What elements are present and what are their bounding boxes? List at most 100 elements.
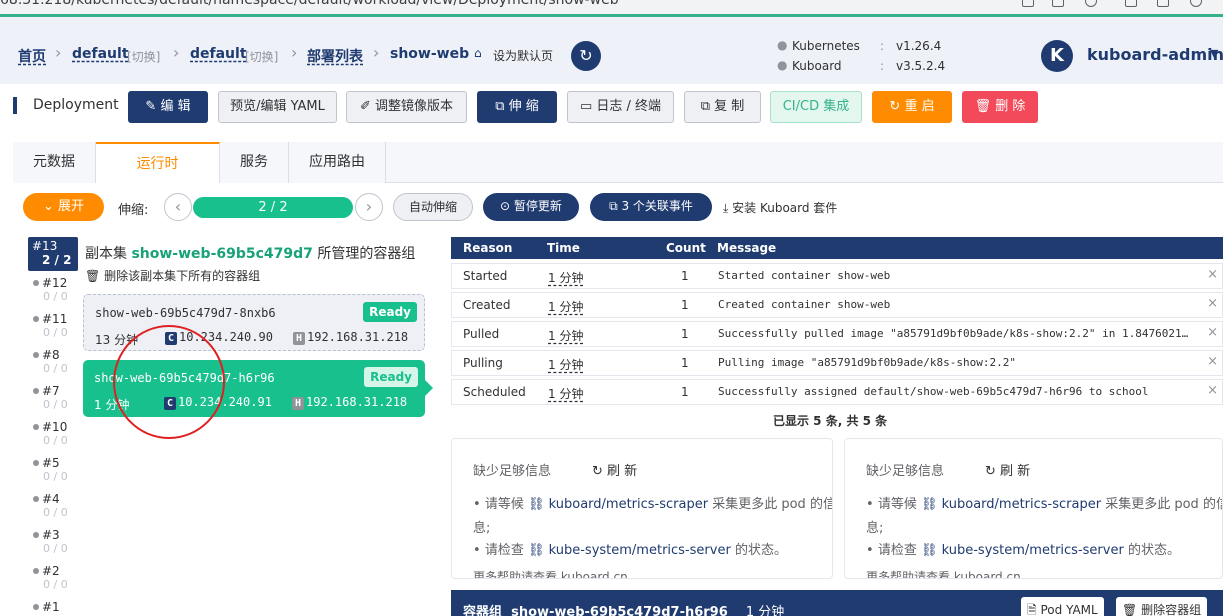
logs-terminal-button[interactable]: ▭ 日志 / 终端	[567, 91, 674, 123]
browser-address-bar[interactable]: 68.31.218/kubernetes/default/namespace/d…	[0, 0, 1223, 14]
metrics-server-link[interactable]: kube-system/metrics-server	[942, 543, 1124, 558]
refresh-icon: ↻	[592, 464, 603, 479]
sidepanel-icon[interactable]	[1157, 0, 1169, 7]
related-events-button[interactable]: ⧉ 3 个关联事件	[590, 193, 712, 221]
host-ip-icon: H	[293, 332, 305, 345]
help-link[interactable]: 更多帮助请查看 kuboard.cn	[473, 568, 628, 578]
preview-yaml-button[interactable]: 预览/编辑 YAML	[218, 91, 337, 123]
revision-item-10[interactable]: #10 0 / 0	[33, 420, 73, 447]
container-group-age: 1 分钟	[745, 605, 785, 616]
star-icon[interactable]	[1085, 0, 1097, 7]
profile-icon[interactable]	[1190, 0, 1202, 7]
close-icon[interactable]: ×	[1207, 383, 1218, 398]
restart-button[interactable]: ↻ 重 启	[872, 91, 952, 123]
delete-pod-label: 删除容器组	[1141, 603, 1202, 616]
breadcrumb-home[interactable]: 首页	[18, 46, 46, 66]
revision-item-4[interactable]: #4 0 / 0	[33, 492, 73, 519]
namespace-switch-link[interactable]: [切换]	[245, 48, 278, 65]
metrics-scraper-link[interactable]: kuboard/metrics-scraper	[942, 497, 1101, 512]
chevron-right-icon: ›	[373, 43, 380, 62]
events-label: 3 个关联事件	[621, 199, 693, 213]
copy-button[interactable]: ⧉ 复 制	[684, 91, 761, 123]
tab-runtime[interactable]: 运行时	[96, 142, 220, 183]
scale-button[interactable]: ⧉ 伸 缩	[477, 91, 557, 123]
refresh-link[interactable]: ↻ 刷 新	[592, 460, 637, 479]
logs-button-label: 日志 / 终端	[596, 99, 662, 114]
check-suffix: 的状态。	[734, 543, 787, 558]
revision-id: #5	[42, 456, 60, 470]
kuboard-version-label: Kuboard	[792, 59, 842, 73]
replicaset-title: 副本集 show-web-69b5c479d7 所管理的容器组	[85, 243, 415, 263]
close-icon[interactable]: ×	[1207, 354, 1218, 369]
breadcrumb-current: show-web	[390, 46, 470, 62]
resource-kind-label: Deployment	[33, 97, 119, 113]
colon-separator: :	[880, 39, 885, 53]
cicd-button[interactable]: CI/CD 集成	[770, 91, 862, 123]
pause-update-button[interactable]: ⊙ 暂停更新	[483, 193, 579, 221]
pod-yaml-button[interactable]: 🗎 Pod YAML	[1021, 597, 1104, 616]
revision-item-13[interactable]: #13 2 / 2	[28, 237, 78, 271]
close-icon[interactable]: ×	[1207, 296, 1218, 311]
help-link[interactable]: 更多帮助请查看 kuboard.cn	[866, 568, 1021, 578]
annotation-circle	[113, 325, 225, 439]
section-marker	[13, 97, 17, 114]
status-badge: Ready	[363, 302, 417, 322]
close-icon[interactable]: ×	[1207, 267, 1218, 282]
refresh-label: 刷 新	[1000, 464, 1031, 479]
event-message: Created container show-web	[718, 298, 891, 311]
event-count: 1	[681, 327, 689, 341]
status-dot	[33, 424, 39, 430]
breadcrumb-cluster[interactable]: default	[72, 46, 129, 62]
chevron-down-icon[interactable]: ▼	[1210, 47, 1218, 60]
breadcrumb-list[interactable]: 部署列表	[307, 46, 363, 66]
revision-count: 0 / 0	[43, 362, 68, 375]
tab-ingress[interactable]: 应用路由	[289, 142, 386, 183]
share-icon[interactable]	[1052, 0, 1064, 7]
revision-item-3[interactable]: #3 0 / 0	[33, 528, 73, 555]
tab-services[interactable]: 服务	[220, 142, 289, 183]
scale-up-button[interactable]: ›	[355, 193, 383, 221]
page-header	[0, 17, 1223, 84]
metrics-server-link[interactable]: kube-system/metrics-server	[549, 543, 731, 558]
status-dot	[33, 316, 39, 322]
tab-metadata[interactable]: 元数据	[13, 142, 96, 183]
extensions-icon[interactable]	[1125, 0, 1137, 7]
host-ip-icon: H	[292, 397, 304, 410]
link-icon: ⛓	[527, 543, 545, 558]
revision-item-5[interactable]: #5 0 / 0	[33, 456, 73, 483]
revision-item-12[interactable]: #12 0 / 0	[33, 276, 73, 303]
revision-item-8[interactable]: #8 0 / 0	[33, 348, 73, 375]
revision-item-11[interactable]: #11 0 / 0	[33, 312, 73, 339]
replicaset-name: show-web-69b5c479d7	[131, 246, 313, 262]
refresh-label: 刷 新	[607, 464, 638, 479]
expand-button[interactable]: ⌄ 展开	[23, 193, 104, 221]
cluster-switch-link[interactable]: [切换]	[127, 48, 160, 65]
avatar[interactable]: K	[1041, 40, 1073, 72]
event-time: 1 分钟	[548, 329, 584, 343]
event-count: 1	[681, 385, 689, 399]
edit-button[interactable]: ✎ 编 辑	[128, 91, 208, 123]
user-menu[interactable]: kuboard-admin	[1087, 45, 1223, 64]
container-group-name: show-web-69b5c479d7-h6r96	[511, 605, 728, 616]
set-default-link[interactable]: 设为默认页	[493, 47, 553, 64]
revision-item-2[interactable]: #2 0 / 0	[33, 564, 73, 591]
metrics-scraper-link[interactable]: kuboard/metrics-scraper	[549, 497, 708, 512]
revision-item-7[interactable]: #7 0 / 0	[33, 384, 73, 411]
delete-button[interactable]: 🗑 删 除	[962, 91, 1038, 123]
adjust-image-button[interactable]: ✐ 调整镜像版本	[346, 91, 467, 123]
refresh-button[interactable]: ↻	[571, 41, 601, 71]
wait-prefix: 请等候	[877, 497, 917, 512]
scale-down-button[interactable]: ‹	[164, 193, 192, 221]
delete-pod-button[interactable]: 🗑 删除容器组	[1116, 597, 1208, 616]
revision-item-1[interactable]: #1	[33, 600, 73, 614]
translate-icon[interactable]	[1022, 0, 1034, 7]
autoscale-button[interactable]: 自动伸缩	[393, 193, 473, 221]
pod-yaml-label: Pod YAML	[1040, 603, 1098, 616]
install-kuboard-link[interactable]: ⤓ 安装 Kuboard 套件	[723, 199, 837, 216]
header-reason: Reason	[463, 241, 513, 255]
breadcrumb-namespace[interactable]: default	[190, 46, 247, 62]
event-reason: Pulled	[463, 327, 500, 341]
refresh-link[interactable]: ↻ 刷 新	[985, 460, 1030, 479]
close-icon[interactable]: ×	[1207, 325, 1218, 340]
delete-all-pods-link[interactable]: 🗑 删除该副本集下所有的容器组	[85, 267, 260, 284]
